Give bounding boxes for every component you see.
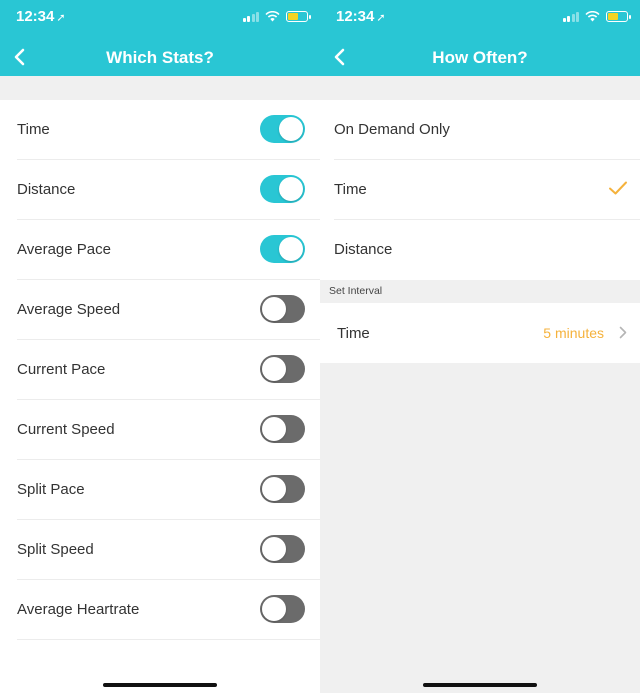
- section-header: Set Interval: [320, 280, 640, 303]
- which-stats-screen: 12:34 ➚ Which Stats? Time Distance Average …: [0, 0, 320, 693]
- checkmark-icon: [609, 181, 627, 195]
- toggle-split-pace[interactable]: [260, 475, 305, 503]
- divider: [17, 639, 320, 640]
- option-label: On Demand Only: [334, 121, 450, 138]
- toggle-current-speed[interactable]: [260, 415, 305, 443]
- toggle-average-speed[interactable]: [260, 295, 305, 323]
- toggle-knob: [262, 297, 286, 321]
- option-on-demand-only[interactable]: On Demand Only: [320, 100, 640, 160]
- stat-label: Current Pace: [17, 361, 106, 378]
- stat-label: Average Pace: [17, 241, 111, 258]
- stat-row: Time: [0, 100, 320, 160]
- stat-row: Split Speed: [0, 520, 320, 580]
- status-icons: [242, 11, 311, 22]
- status-time: 12:34 ➚: [16, 8, 66, 25]
- option-label: Distance: [334, 241, 393, 258]
- interval-row[interactable]: Time 5 minutes: [320, 303, 640, 363]
- frequency-options-list: On Demand Only Time Distance: [320, 100, 640, 280]
- interval-value: 5 minutes: [543, 325, 604, 341]
- status-icons: [562, 11, 631, 22]
- stat-label: Time: [17, 121, 50, 138]
- stat-row: Current Pace: [0, 340, 320, 400]
- stats-list: Time Distance Average Pace Average Speed Cur…: [0, 100, 320, 640]
- signal-icon: [242, 11, 259, 22]
- option-label: Time: [334, 181, 367, 198]
- battery-icon: [286, 11, 311, 22]
- toggle-knob: [262, 417, 286, 441]
- location-arrow-icon: ➚: [56, 12, 66, 24]
- page-title: Which Stats?: [106, 48, 214, 67]
- home-indicator[interactable]: [423, 683, 537, 687]
- toggle-knob: [262, 357, 286, 381]
- option-distance[interactable]: Distance: [320, 220, 640, 280]
- stat-label: Current Speed: [17, 421, 115, 438]
- how-often-screen: 12:34 ➚ How Often? On Demand Only Time Dist…: [320, 0, 640, 693]
- location-arrow-icon: ➚: [376, 12, 386, 24]
- battery-icon: [606, 11, 631, 22]
- page-title: How Often?: [432, 48, 528, 67]
- list-top-spacer: [0, 76, 320, 100]
- toggle-distance[interactable]: [260, 175, 305, 203]
- stat-row: Current Speed: [0, 400, 320, 460]
- toggle-split-speed[interactable]: [260, 535, 305, 563]
- stat-label: Average Speed: [17, 301, 121, 318]
- toggle-knob: [262, 477, 286, 501]
- toggle-knob: [262, 597, 286, 621]
- toggle-knob: [262, 537, 286, 561]
- signal-icon: [562, 11, 579, 22]
- stat-row: Average Speed: [0, 280, 320, 340]
- chevron-right-icon: [619, 326, 627, 339]
- stat-row: Average Pace: [0, 220, 320, 280]
- toggle-knob: [279, 177, 303, 201]
- stat-label: Average Heartrate: [17, 601, 140, 618]
- option-time[interactable]: Time: [320, 160, 640, 220]
- home-indicator[interactable]: [103, 683, 217, 687]
- nav-header: 12:34 ➚ How Often?: [320, 0, 640, 76]
- toggle-current-pace[interactable]: [260, 355, 305, 383]
- list-top-spacer: [320, 76, 640, 100]
- stat-label: Split Pace: [17, 481, 85, 498]
- stat-row: Distance: [0, 160, 320, 220]
- stat-label: Distance: [17, 181, 76, 198]
- wifi-icon: [265, 11, 280, 22]
- nav-header: 12:34 ➚ Which Stats?: [0, 0, 320, 76]
- toggle-average-pace[interactable]: [260, 235, 305, 263]
- toggle-time[interactable]: [260, 115, 305, 143]
- stat-label: Split Speed: [17, 541, 94, 558]
- stat-row: Split Pace: [0, 460, 320, 520]
- toggle-knob: [279, 117, 303, 141]
- interval-label: Time: [337, 325, 370, 342]
- toggle-knob: [279, 237, 303, 261]
- status-time: 12:34 ➚: [336, 8, 386, 25]
- stat-row: Average Heartrate: [0, 580, 320, 640]
- wifi-icon: [585, 11, 600, 22]
- toggle-average-heartrate[interactable]: [260, 595, 305, 623]
